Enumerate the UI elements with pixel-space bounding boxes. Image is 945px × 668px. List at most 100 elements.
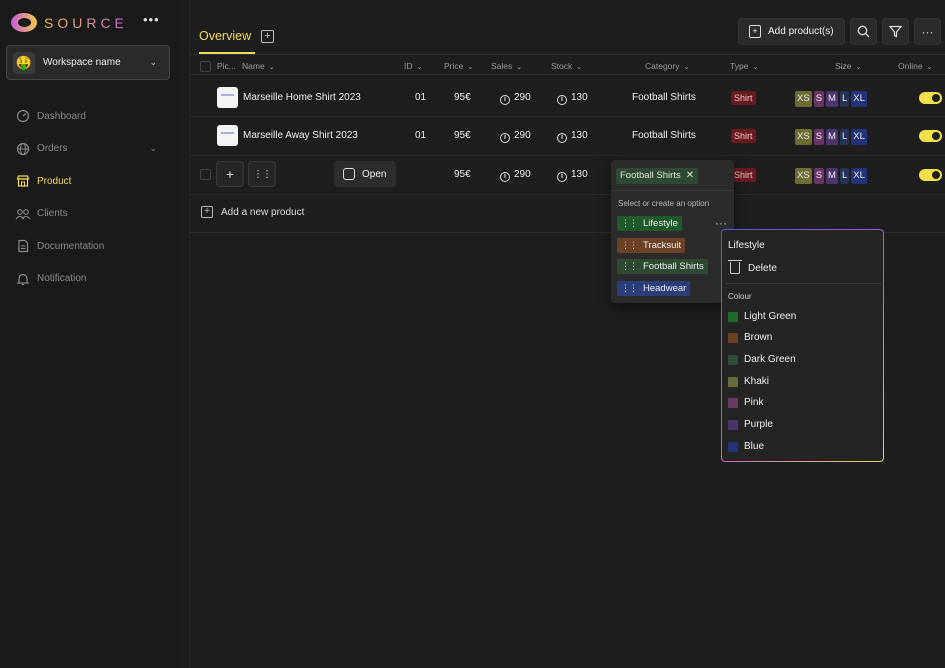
open-icon	[343, 168, 355, 180]
column-price-label: Price	[444, 61, 464, 71]
colour-label: Khaki	[744, 376, 770, 387]
colour-option-pink[interactable]: Pink	[728, 397, 763, 408]
sidebar-nav: Dashboard Orders ⌄ Product Clients Docum…	[15, 100, 165, 295]
row-checkbox[interactable]	[200, 169, 211, 180]
column-size[interactable]: Size ⌄	[835, 61, 861, 71]
trash-icon	[728, 260, 742, 274]
column-picture[interactable]: Pic...	[217, 61, 236, 71]
drag-handle-icon[interactable]: ⋮⋮	[621, 281, 638, 296]
drag-handle-icon[interactable]: ⋮⋮	[621, 238, 638, 253]
drag-handle-icon: ⋮⋮	[253, 168, 272, 180]
option-name[interactable]: Lifestyle	[728, 240, 765, 251]
column-size-label: Size	[835, 61, 852, 71]
type-badge[interactable]: Shirt	[731, 91, 756, 105]
chevron-down-icon: ⌄	[926, 64, 933, 71]
drag-handle-icon[interactable]: ⋮⋮	[621, 259, 638, 274]
option-edit-menu: Lifestyle Delete Colour Light Green Brow…	[721, 229, 884, 462]
option-label: Football Shirts	[643, 261, 704, 272]
column-online-label: Online	[898, 61, 923, 71]
open-button[interactable]: Open	[334, 161, 396, 187]
product-category[interactable]: Football Shirts	[632, 130, 696, 141]
workspace-selector[interactable]: 🤑 Workspace name ⌄	[6, 45, 170, 80]
sidebar-item-dashboard[interactable]: Dashboard	[15, 100, 165, 133]
sidebar-item-notification[interactable]: Notification	[15, 263, 165, 296]
online-toggle[interactable]	[919, 92, 942, 104]
size-tags[interactable]: XS S M L XL	[795, 168, 867, 184]
colour-label: Blue	[744, 441, 765, 452]
online-toggle[interactable]	[919, 130, 942, 142]
product-sales: i 290	[500, 169, 531, 182]
size-tags[interactable]: XS S M L XL	[795, 91, 867, 107]
add-row-button[interactable]: +	[216, 161, 244, 187]
column-category[interactable]: Category ⌄	[645, 61, 689, 71]
stock-value: 130	[571, 169, 588, 180]
colour-option-khaki[interactable]: Khaki	[728, 376, 769, 387]
add-view-icon[interactable]: +	[261, 30, 274, 43]
online-toggle[interactable]	[919, 169, 942, 181]
product-name[interactable]: Marseille Away Shirt 2023	[243, 130, 358, 141]
delete-option-button[interactable]: Delete	[728, 260, 777, 274]
brand-name: SOURCE	[44, 14, 128, 31]
close-icon[interactable]: ✕	[686, 170, 694, 181]
size-tags[interactable]: XS S M L XL	[795, 129, 867, 145]
selected-category-chip[interactable]: Football Shirts ✕	[616, 168, 699, 184]
category-option-tracksuit[interactable]: ⋮⋮ Tracksuit	[617, 238, 686, 253]
column-name[interactable]: Name ⌄	[242, 61, 275, 71]
column-name-label: Name	[242, 61, 265, 71]
table-row[interactable]: Marseille Away Shirt 2023 01 95€ i 290 i1…	[190, 117, 945, 156]
bell-icon	[15, 271, 31, 287]
type-badge[interactable]: Shirt	[731, 168, 756, 182]
column-stock[interactable]: Stock ⌄	[551, 61, 582, 71]
column-id[interactable]: ID ⌄	[404, 61, 422, 71]
size-tag: L	[839, 129, 850, 145]
sidebar-item-product[interactable]: Product	[15, 165, 165, 198]
colour-option-dark-green[interactable]: Dark Green	[728, 354, 796, 365]
column-online[interactable]: Online ⌄	[898, 61, 932, 71]
product-name[interactable]: Marseille Home Shirt 2023	[243, 92, 361, 103]
category-option-lifestyle[interactable]: ⋮⋮ Lifestyle	[617, 216, 682, 231]
select-all-checkbox[interactable]	[200, 61, 211, 72]
chevron-down-icon: ⌄	[268, 64, 275, 71]
product-category[interactable]: Football Shirts	[632, 92, 696, 103]
sidebar-item-clients[interactable]: Clients	[15, 198, 165, 231]
product-price: 95€	[454, 169, 471, 180]
option-label: Tracksuit	[643, 240, 682, 251]
more-options-icon[interactable]: •••	[143, 12, 160, 27]
add-products-button[interactable]: + Add product(s)	[738, 18, 845, 45]
more-button[interactable]: ···	[914, 18, 941, 45]
column-price[interactable]: Price ⌄	[444, 61, 473, 71]
drag-handle-icon[interactable]: ⋮⋮	[621, 216, 638, 231]
colour-option-purple[interactable]: Purple	[728, 419, 773, 430]
brand-logo[interactable]: SOURCE	[11, 13, 128, 32]
size-tag: L	[839, 91, 850, 107]
colour-swatch	[728, 354, 738, 365]
category-option-football-shirts[interactable]: ⋮⋮ Football Shirts	[617, 259, 708, 274]
tab-overview[interactable]: Overview	[199, 29, 251, 43]
add-new-product-button[interactable]: + Add a new product	[201, 206, 304, 218]
column-sales-label: Sales	[491, 61, 513, 71]
drag-handle[interactable]: ⋮⋮	[248, 161, 276, 187]
size-tag: XS	[795, 91, 812, 107]
category-option-headwear[interactable]: ⋮⋮ Headwear	[617, 281, 691, 296]
sidebar-item-orders[interactable]: Orders ⌄	[15, 133, 165, 166]
column-type[interactable]: Type ⌄	[730, 61, 758, 71]
product-stock: i 130	[557, 130, 588, 143]
product-thumbnail	[217, 87, 238, 108]
colour-heading: Colour	[728, 292, 752, 301]
chevron-down-icon[interactable]: ⌄	[149, 143, 157, 154]
filter-button[interactable]	[882, 18, 909, 45]
add-file-icon: +	[749, 25, 761, 38]
type-badge[interactable]: Shirt	[731, 129, 756, 143]
size-tag: XL	[851, 91, 867, 107]
colour-option-light-green[interactable]: Light Green	[728, 311, 796, 322]
table-row[interactable]: + ⋮⋮ 95€ i 290 i 130 Shirt XS S M L XL	[190, 156, 945, 195]
table-row[interactable]: Marseille Home Shirt 2023 01 95€ i 290 i1…	[190, 78, 945, 117]
column-sales[interactable]: Sales ⌄	[491, 61, 522, 71]
colour-option-brown[interactable]: Brown	[728, 332, 772, 343]
sidebar-item-label: Clients	[37, 208, 68, 220]
colour-option-blue[interactable]: Blue	[728, 441, 764, 452]
sidebar-item-documentation[interactable]: Documentation	[15, 230, 165, 263]
search-button[interactable]	[850, 18, 877, 45]
info-icon: i	[557, 133, 567, 143]
column-stock-label: Stock	[551, 61, 573, 71]
